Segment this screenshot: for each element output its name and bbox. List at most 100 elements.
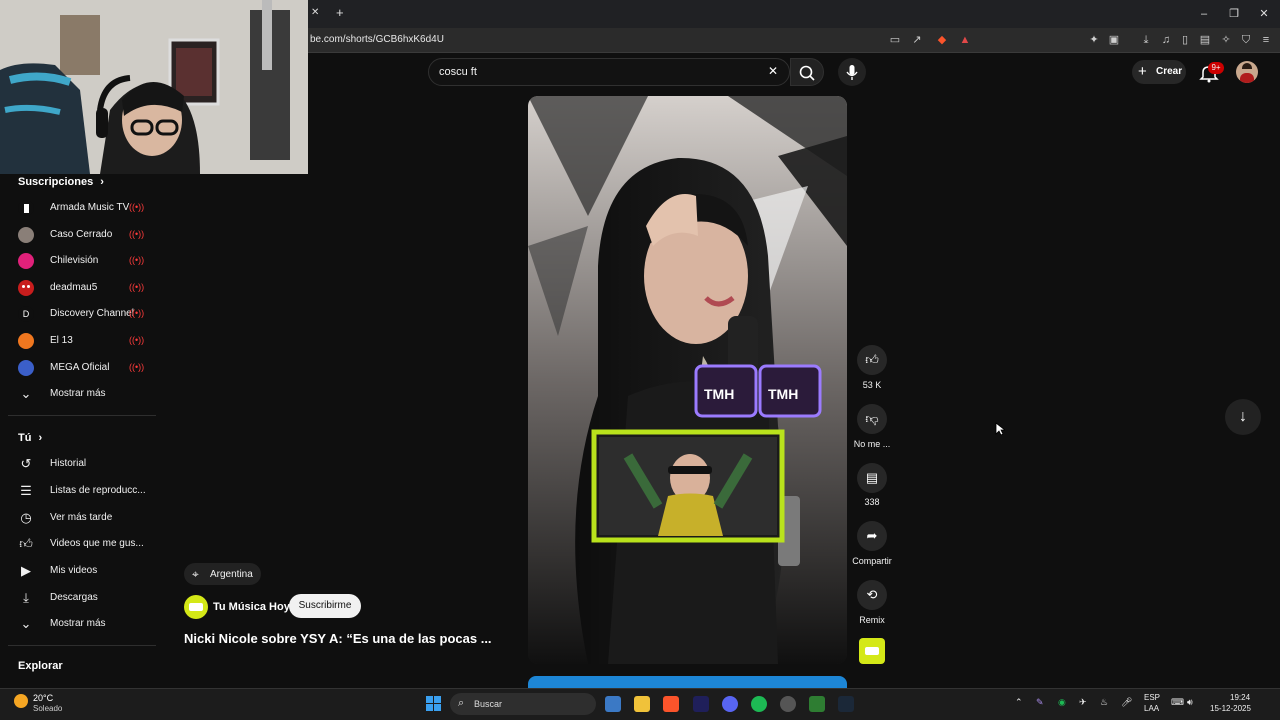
sidebar-item-listas[interactable]: ☰ Listas de reproducc...: [18, 481, 168, 501]
sidebar-item-historial[interactable]: ↺ Historial: [18, 454, 168, 474]
download-icon[interactable]: ⤓: [1139, 33, 1153, 47]
weather-temp[interactable]: 20°C: [33, 693, 53, 703]
sidebar-divider: [8, 415, 156, 416]
clock-time[interactable]: 19:24: [1230, 693, 1250, 702]
sidebar-item-mis-videos[interactable]: ▶ Mis videos: [18, 561, 168, 581]
clock-icon: ◷: [20, 510, 32, 525]
subscribe-button[interactable]: Suscribirme: [289, 594, 361, 618]
search-button[interactable]: [790, 58, 824, 86]
clock-date: 15-12-2025: [1210, 704, 1251, 713]
restore-icon[interactable]: ❐: [1226, 6, 1242, 22]
dislike-button[interactable]: 👎︎: [857, 404, 887, 434]
wallet-icon[interactable]: ▤: [1198, 33, 1212, 47]
file-explorer-icon[interactable]: [634, 696, 650, 712]
you-heading[interactable]: Tú ›: [18, 432, 42, 444]
sidebar-item-el-13[interactable]: El 13 ((•)): [18, 331, 168, 351]
channel-name[interactable]: Tu Música Hoy: [213, 601, 290, 613]
sidebar-item-armada-music-tv[interactable]: Armada Music TV ((•)): [18, 198, 168, 218]
close-window-icon[interactable]: ✕: [1256, 6, 1272, 22]
ai-assistant-icon[interactable]: ✧: [1219, 33, 1233, 47]
sidebar-item-caso-cerrado[interactable]: Caso Cerrado ((•)): [18, 225, 168, 245]
tray-expand-icon[interactable]: ⌃: [1015, 697, 1023, 708]
tab-manager-icon[interactable]: ▣: [1107, 33, 1121, 47]
notification-badge: 9+: [1208, 62, 1224, 74]
language-indicator[interactable]: ESP: [1144, 693, 1160, 702]
search-icon: [799, 65, 815, 81]
weather-icon[interactable]: [14, 694, 28, 708]
widgets-icon[interactable]: [605, 696, 621, 712]
chevron-right-icon: ›: [100, 176, 104, 188]
comments-button[interactable]: ▤: [857, 463, 887, 493]
channel-avatar: [18, 253, 34, 269]
search-box[interactable]: [428, 58, 790, 86]
short-video-player[interactable]: TMH TMH: [528, 96, 847, 664]
video-icon: ▶: [21, 563, 31, 578]
steam-icon[interactable]: [838, 696, 854, 712]
live-icon: ((•)): [129, 282, 145, 292]
like-button[interactable]: 👍︎: [857, 345, 887, 375]
tray-app-icon[interactable]: ✎: [1036, 697, 1044, 708]
mic-icon: [846, 65, 858, 80]
discord-icon[interactable]: [722, 696, 738, 712]
channel-avatar[interactable]: [184, 595, 208, 619]
premiere-icon[interactable]: [693, 696, 709, 712]
windows-start-icon[interactable]: [426, 696, 441, 711]
create-button[interactable]: + Crear: [1132, 60, 1186, 84]
sidebar-show-more-subscriptions[interactable]: ⌄ Mostrar más: [18, 384, 168, 404]
sound-source-thumbnail[interactable]: [859, 638, 885, 664]
share-button[interactable]: ➦: [857, 521, 887, 551]
sidebar-item-ver-mas-tarde[interactable]: ◷ Ver más tarde: [18, 508, 168, 528]
sidebar-item-discovery-channel[interactable]: D Discovery Channel ((•)): [18, 304, 168, 324]
voice-search-button[interactable]: [838, 58, 866, 86]
brave-browser-icon[interactable]: [663, 696, 679, 712]
keyboard-layout: LAA: [1144, 704, 1160, 713]
sidebar-toggle-icon[interactable]: ▯: [1178, 33, 1192, 47]
share-page-icon[interactable]: ↗: [910, 33, 924, 47]
network-icon[interactable]: ⌨: [1171, 697, 1184, 708]
next-short-button[interactable]: ↓: [1225, 399, 1261, 435]
clear-search-icon[interactable]: ✕: [768, 64, 778, 78]
tray-steam-icon[interactable]: ♨: [1100, 697, 1108, 708]
sidebar-item-deadmau5[interactable]: deadmau5 ((•)): [18, 278, 168, 298]
minimize-icon[interactable]: –: [1196, 6, 1212, 22]
spotify-icon[interactable]: [751, 696, 767, 712]
live-icon: ((•)): [129, 362, 145, 372]
app-icon[interactable]: [809, 696, 825, 712]
menu-icon[interactable]: ≡: [1259, 33, 1273, 47]
remix-button[interactable]: ⟲: [857, 580, 887, 610]
location-chip[interactable]: ⌖ Argentina: [184, 563, 261, 585]
tray-app-icon[interactable]: ◉: [1058, 697, 1066, 708]
mic-flag-text: TMH: [768, 386, 799, 402]
short-title[interactable]: Nicki Nicole sobre YSY A: “Es una de las…: [184, 631, 492, 646]
volume-icon[interactable]: 🔊︎: [1187, 697, 1193, 708]
sidebar-item-videos-gustan[interactable]: 👍︎ Videos que me gus...: [18, 534, 168, 554]
share-label: Compartir: [852, 556, 892, 566]
arrow-down-icon: ↓: [1239, 408, 1247, 425]
obs-icon[interactable]: [780, 696, 796, 712]
brave-rewards-icon[interactable]: ▲: [958, 33, 972, 47]
cast-icon[interactable]: ▭: [888, 33, 902, 47]
sidebar-item-chilevision[interactable]: Chilevisión ((•)): [18, 251, 168, 271]
url-text[interactable]: be.com/shorts/GCB6hxK6d4U: [310, 34, 444, 45]
like-icon: 👍︎: [19, 536, 33, 551]
music-icon[interactable]: ♫: [1159, 33, 1173, 47]
webcam-scene: [0, 0, 308, 174]
tray-app-icon[interactable]: ✈: [1079, 697, 1087, 708]
sidebar-divider: [8, 645, 156, 646]
vpn-icon[interactable]: ⛉: [1239, 33, 1253, 47]
remix-icon: ⟲: [866, 587, 878, 602]
new-tab-button[interactable]: +: [336, 5, 344, 20]
brave-shield-icon[interactable]: ◆: [935, 33, 949, 47]
sidebar-item-mega-oficial[interactable]: MEGA Oficial ((•)): [18, 358, 168, 378]
subscriptions-heading[interactable]: Suscripciones ›: [18, 176, 104, 188]
search-input[interactable]: coscu ft: [439, 66, 477, 78]
tray-mic-icon[interactable]: 🎤︎: [1121, 697, 1132, 708]
taskbar-search[interactable]: ⌕ Buscar: [450, 693, 596, 715]
tab-close-button[interactable]: ✕: [311, 7, 319, 18]
sidebar-item-descargas[interactable]: ⤓ Descargas: [18, 588, 168, 608]
avatar[interactable]: [1236, 61, 1258, 83]
next-short-preview[interactable]: [528, 676, 847, 688]
sidebar-show-more-you[interactable]: ⌄ Mostrar más: [18, 614, 168, 634]
extensions-icon[interactable]: ✦: [1087, 33, 1101, 47]
history-icon: ↺: [20, 456, 32, 471]
